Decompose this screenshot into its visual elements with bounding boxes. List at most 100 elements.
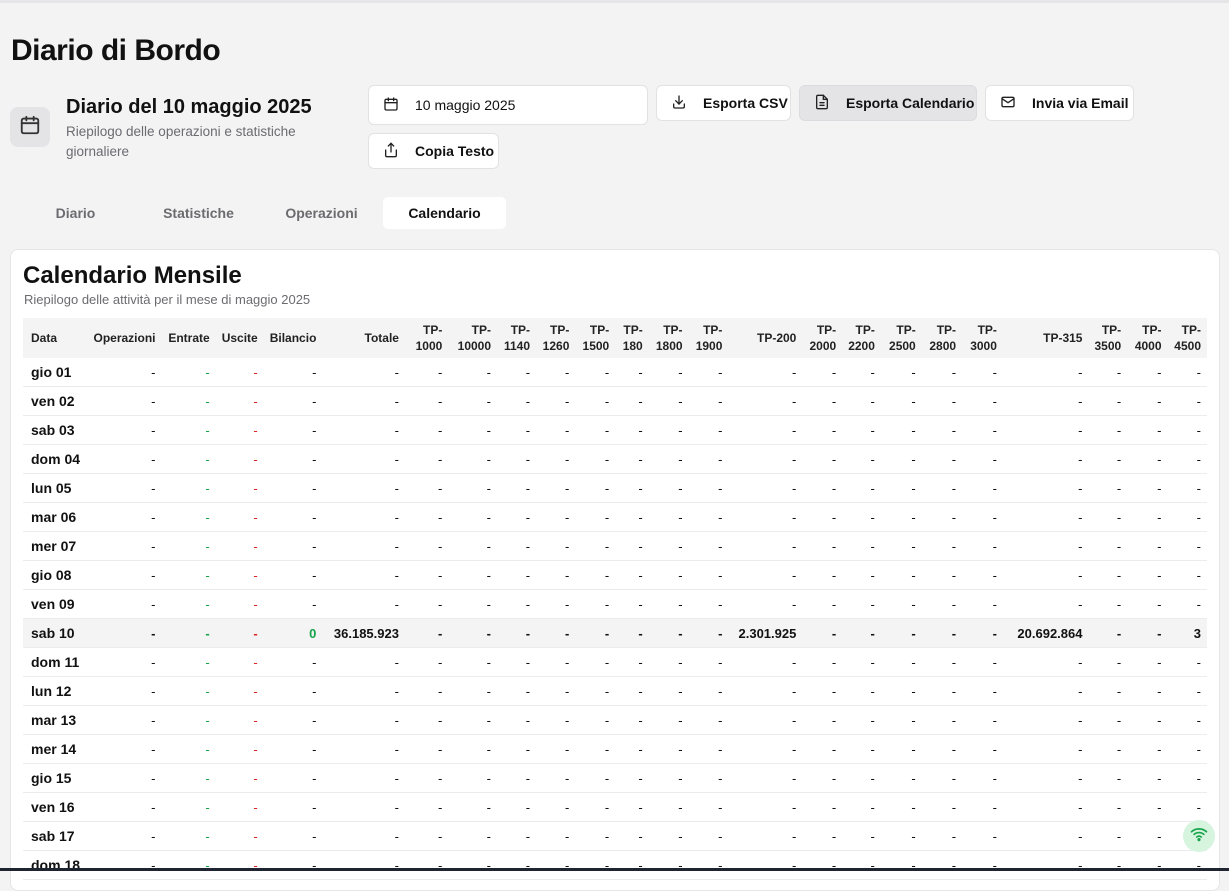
row-date: mer 07	[23, 531, 88, 561]
connection-status-button[interactable]	[1183, 820, 1215, 852]
cell-empty: -	[1002, 647, 1089, 677]
cell-empty: -	[215, 618, 264, 648]
cell-empty: -	[263, 386, 323, 416]
cell-empty: -	[215, 473, 264, 503]
cell-empty: -	[87, 589, 162, 619]
cell-empty: -	[575, 821, 616, 851]
cell-empty: -	[1088, 560, 1128, 590]
cell-empty: -	[921, 358, 963, 387]
row-date: gio 08	[23, 560, 88, 590]
cell-empty: -	[322, 502, 405, 532]
cell-empty: -	[215, 386, 264, 416]
table-row: mer 07- - - - - - - - - - - - - - - - - - - - - - -	[23, 531, 1207, 561]
cell-empty: -	[842, 821, 881, 851]
cell-empty: -	[215, 358, 264, 387]
tab-operazioni[interactable]: Operazioni	[260, 197, 383, 229]
cell-empty: -	[962, 734, 1003, 764]
cell-empty: -	[648, 647, 689, 677]
cell-empty: -	[215, 850, 264, 880]
cell-empty: -	[263, 763, 323, 793]
tab-statistiche[interactable]: Statistiche	[137, 197, 260, 229]
cell-empty: -	[263, 358, 323, 387]
row-date: lun 12	[23, 676, 88, 706]
cell-empty: -	[880, 763, 922, 793]
column-header: TP-1000	[415, 323, 443, 353]
cell-empty: -	[1167, 473, 1207, 503]
cell-empty: -	[215, 763, 264, 793]
cell-value: 0	[263, 618, 323, 648]
cell-empty: -	[962, 705, 1003, 735]
send-email-button[interactable]: Invia via Email	[985, 85, 1134, 121]
row-date: ven 02	[23, 386, 88, 416]
column-header: TP-2000	[809, 323, 837, 353]
cell-empty: -	[842, 386, 881, 416]
cell-empty: -	[161, 444, 216, 474]
cell-empty: -	[728, 502, 803, 532]
cell-empty: -	[1002, 676, 1089, 706]
cell-empty: -	[263, 676, 323, 706]
tab-diario[interactable]: Diario	[14, 197, 137, 229]
cell-empty: -	[842, 676, 881, 706]
export-csv-button[interactable]: Esporta CSV	[656, 85, 791, 121]
cell-empty: -	[497, 358, 537, 387]
cell-empty: -	[1127, 444, 1168, 474]
cell-empty: -	[728, 676, 803, 706]
cell-empty: -	[880, 647, 922, 677]
cell-empty: -	[1127, 358, 1168, 387]
column-header: TP-3500	[1094, 323, 1122, 353]
cell-empty: -	[215, 821, 264, 851]
cell-empty: -	[404, 531, 449, 561]
tab-bar: Diario Statistiche Operazioni Calendario	[11, 195, 506, 231]
cell-empty: -	[615, 792, 649, 822]
cell-empty: -	[1167, 589, 1207, 619]
table-row: ven 16- - - - - - - - - - - - - - - - - - - - - - -	[23, 792, 1207, 822]
tab-calendario[interactable]: Calendario	[383, 197, 506, 229]
cell-empty: -	[842, 792, 881, 822]
cell-empty: -	[962, 502, 1003, 532]
cell-empty: -	[536, 589, 576, 619]
cell-empty: -	[880, 531, 922, 561]
cell-empty: -	[648, 850, 689, 880]
cell-empty: -	[1127, 647, 1168, 677]
cell-empty: -	[161, 358, 216, 387]
cell-empty: -	[497, 676, 537, 706]
cell-empty: -	[404, 618, 449, 648]
column-header: TP-2200	[848, 323, 875, 353]
cell-empty: -	[802, 560, 843, 590]
cell-empty: -	[322, 734, 405, 764]
column-header: TP-2800	[929, 323, 957, 353]
cell-empty: -	[536, 734, 576, 764]
cell-empty: -	[880, 589, 922, 619]
copy-text-button[interactable]: Copia Testo	[368, 133, 499, 169]
date-picker-button[interactable]: 10 maggio 2025	[368, 85, 648, 125]
cell-empty: -	[263, 560, 323, 590]
cell-empty: -	[497, 444, 537, 474]
cell-empty: -	[728, 821, 803, 851]
cell-empty: -	[648, 531, 689, 561]
calendar-table-scroll[interactable]: Data Operazioni Entrate Uscite Bilancio Total…	[23, 318, 1207, 890]
cell-empty: -	[880, 850, 922, 880]
cell-empty: -	[962, 647, 1003, 677]
cell-empty: -	[263, 473, 323, 503]
cell-empty: -	[575, 415, 616, 445]
cell-empty: -	[728, 415, 803, 445]
cell-empty: -	[215, 502, 264, 532]
cell-empty: -	[215, 444, 264, 474]
cell-empty: -	[536, 358, 576, 387]
cell-empty: -	[688, 473, 729, 503]
table-row: dom 18- - - - - - - - - - - - - - - - - - - - - - -	[23, 850, 1207, 880]
cell-empty: -	[322, 589, 405, 619]
cell-empty: -	[962, 792, 1003, 822]
cell-empty: -	[263, 647, 323, 677]
export-calendar-button[interactable]: Esporta Calendario	[799, 85, 977, 121]
cell-empty: -	[575, 560, 616, 590]
table-row: dom 04- - - - - - - - - - - - - - - - - - - - - - -	[23, 444, 1207, 474]
cell-empty: -	[728, 850, 803, 880]
column-header: TP-2500	[889, 323, 916, 353]
cell-empty: -	[728, 444, 803, 474]
cell-empty: -	[497, 560, 537, 590]
cell-empty: -	[1002, 531, 1089, 561]
cell-empty: -	[802, 850, 843, 880]
cell-empty: -	[802, 473, 843, 503]
cell-empty: -	[161, 473, 216, 503]
